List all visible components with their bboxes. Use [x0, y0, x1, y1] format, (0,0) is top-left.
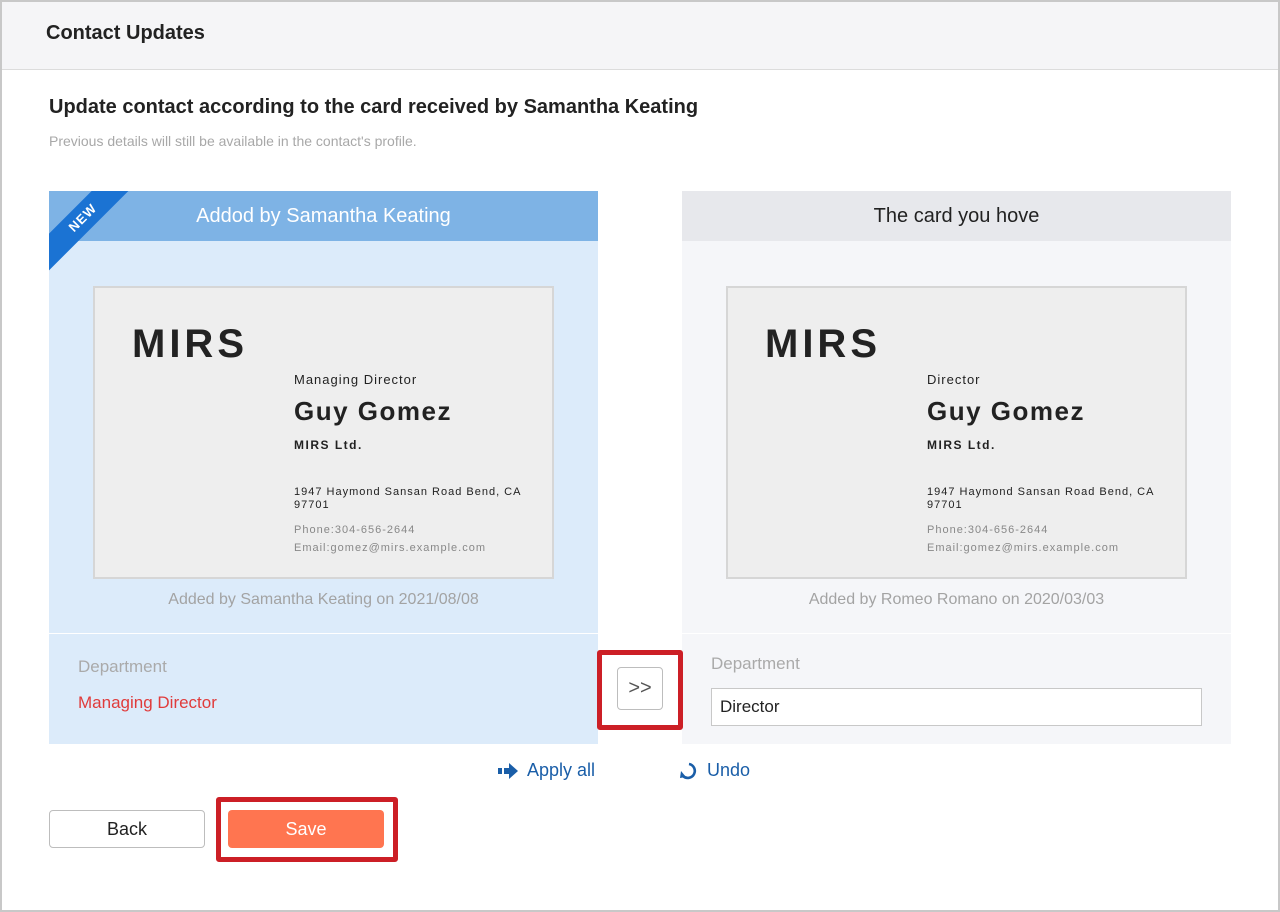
page-heading: Update contact according to the card rec… [49, 96, 699, 118]
new-card-panel: Addod by Samantha Keating NEW MIRS Manag… [49, 191, 598, 744]
department-new-value: Managing Director [78, 693, 217, 712]
copy-department-button[interactable]: >> [617, 667, 663, 710]
card-logo: MIRS [132, 322, 248, 366]
department-input[interactable]: Director [711, 688, 1202, 726]
new-card-added-by: Added by Samantha Keating on 2021/08/08 [168, 591, 479, 608]
undo-label: Undo [707, 760, 751, 780]
business-card-new[interactable]: MIRS Managing Director Guy Gomez MIRS Lt… [93, 286, 554, 579]
header-title: Contact Updates [46, 22, 205, 44]
current-card-added-by: Added by Romeo Romano on 2020/03/03 [808, 591, 1105, 608]
double-chevron-right-icon: >> [628, 677, 652, 699]
arrow-right-icon [498, 762, 518, 779]
undo-link[interactable]: Undo [679, 760, 750, 781]
panel-divider [682, 633, 1231, 634]
card-job-title: Director [927, 372, 981, 387]
card-company: MIRS Ltd. [927, 438, 996, 452]
new-card-panel-title: Addod by Samantha Keating [49, 191, 598, 241]
department-label: Department [78, 657, 167, 676]
header-bar: Contact Updates [2, 2, 1278, 70]
card-job-title: Managing Director [294, 372, 418, 387]
card-email: Email:gomez@mirs.example.com [927, 542, 1119, 554]
current-card-panel-title: The card you hove [682, 191, 1231, 241]
back-button[interactable]: Back [49, 810, 205, 848]
card-email: Email:gomez@mirs.example.com [294, 542, 486, 554]
department-label: Department [711, 654, 800, 673]
business-card-current[interactable]: MIRS Director Guy Gomez MIRS Ltd. 1947 H… [726, 286, 1187, 579]
card-phone: Phone:304-656-2644 [294, 524, 416, 536]
apply-all-label: Apply all [527, 760, 596, 780]
apply-all-link[interactable]: Apply all [497, 760, 595, 781]
card-logo: MIRS [765, 322, 881, 366]
card-company: MIRS Ltd. [294, 438, 363, 452]
card-phone: Phone:304-656-2644 [927, 524, 1049, 536]
page-subheading: Previous details will still be available… [49, 133, 417, 149]
current-card-panel: The card you hove MIRS Director Guy Gome… [682, 191, 1231, 744]
undo-icon [680, 762, 697, 779]
card-name: Guy Gomez [294, 396, 452, 426]
save-button[interactable]: Save [228, 810, 384, 848]
card-address: 1947 Haymond Sansan Road Bend, CA 97701 [294, 486, 521, 511]
card-name: Guy Gomez [927, 396, 1085, 426]
panel-divider [49, 633, 598, 634]
card-address: 1947 Haymond Sansan Road Bend, CA 97701 [927, 486, 1154, 511]
